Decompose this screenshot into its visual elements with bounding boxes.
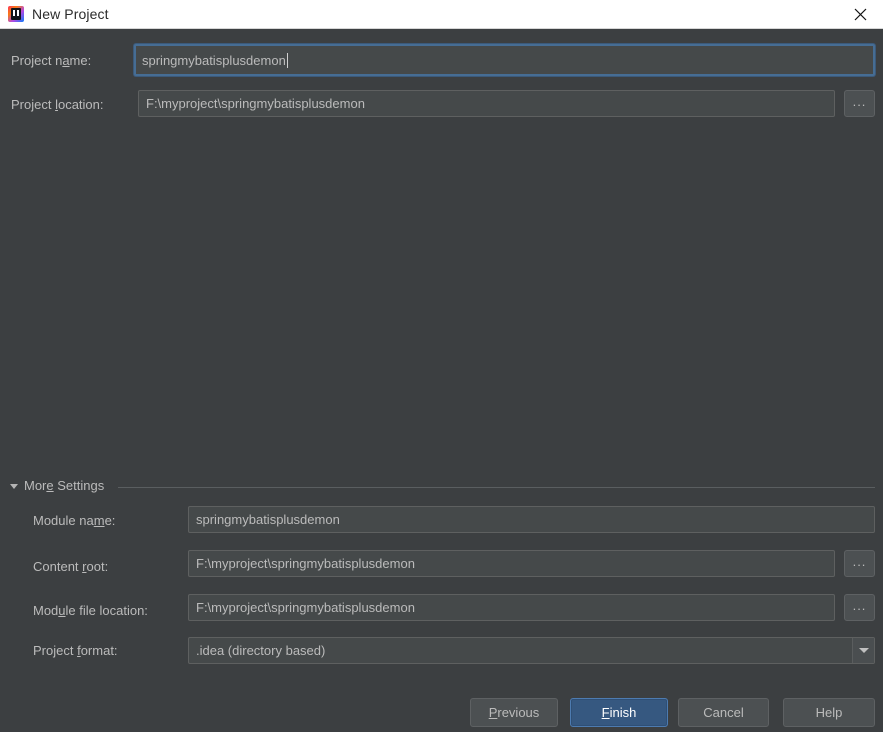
module-file-location-value: F:\myproject\springmybatisplusdemon (196, 600, 415, 615)
close-button[interactable] (838, 0, 883, 28)
finish-button[interactable]: Finish (570, 698, 668, 727)
project-location-value: F:\myproject\springmybatisplusdemon (146, 96, 365, 111)
chevron-down-icon (10, 483, 18, 489)
module-file-location-input[interactable]: F:\myproject\springmybatisplusdemon (188, 594, 835, 621)
previous-button[interactable]: Previous (470, 698, 558, 727)
project-name-value: springmybatisplusdemon (142, 52, 286, 68)
intellij-idea-icon (8, 6, 24, 22)
more-settings-toggle[interactable]: More Settings (10, 478, 104, 493)
project-name-label: Project name: (11, 53, 92, 68)
more-settings-label: More Settings (24, 478, 105, 493)
module-name-value: springmybatisplusdemon (196, 512, 340, 527)
project-location-browse-button[interactable]: ... (844, 90, 875, 117)
project-format-value: .idea (directory based) (196, 643, 326, 658)
browse-ellipsis-icon: ... (852, 553, 867, 569)
cancel-button[interactable]: Cancel (678, 698, 769, 727)
more-settings-separator (118, 487, 875, 488)
new-project-dialog: Project name: springmybatisplusdemon Pro… (0, 29, 883, 732)
browse-ellipsis-icon: ... (852, 597, 867, 613)
module-name-label: Module name: (33, 513, 116, 528)
browse-ellipsis-icon: ... (852, 93, 867, 109)
help-button[interactable]: Help (783, 698, 875, 727)
module-name-input[interactable]: springmybatisplusdemon (188, 506, 875, 533)
content-root-label: Content root: (33, 559, 109, 574)
module-file-location-browse-button[interactable]: ... (844, 594, 875, 621)
project-name-input[interactable]: springmybatisplusdemon (134, 44, 875, 76)
project-location-label: Project location: (11, 97, 104, 112)
content-root-input[interactable]: F:\myproject\springmybatisplusdemon (188, 550, 835, 577)
chevron-down-icon (858, 648, 869, 653)
module-file-location-label: Module file location: (33, 603, 148, 618)
close-icon (854, 8, 867, 20)
text-caret (286, 52, 288, 68)
project-format-select[interactable]: .idea (directory based) (188, 637, 875, 664)
project-format-label: Project format: (33, 643, 118, 658)
content-root-browse-button[interactable]: ... (844, 550, 875, 577)
content-root-value: F:\myproject\springmybatisplusdemon (196, 556, 415, 571)
project-location-input[interactable]: F:\myproject\springmybatisplusdemon (138, 90, 835, 117)
project-format-dropdown-arrow[interactable] (852, 638, 874, 663)
title-bar: New Project (0, 0, 883, 29)
window-title: New Project (32, 6, 109, 22)
